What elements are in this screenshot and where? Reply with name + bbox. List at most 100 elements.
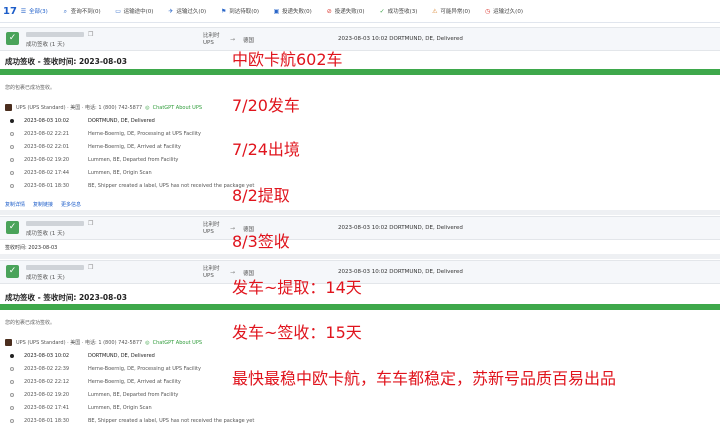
timeline-event: 2023-08-02 19:20 Lummen, BE, Departed fro…: [10, 157, 178, 163]
timeline-event: 2023-08-02 22:21 Herne-Boernig, DE, Proce…: [10, 131, 201, 137]
timeline-dot: [10, 380, 14, 384]
timeline-dot: [10, 158, 14, 162]
list-icon: ☰: [20, 7, 27, 15]
sign-time: 签收时间: 2023-08-03: [5, 245, 58, 251]
tab-not-found[interactable]: ⌕ 查询不到(0): [62, 7, 101, 16]
progress-bar: [0, 304, 720, 310]
timeline-dot: [10, 132, 14, 136]
annotation-depart: 7/20发车: [232, 96, 300, 115]
status-tabs-bar: 17 ☰ 全部(3) ⌕ 查询不到(0) ▭ 运输途中(0) ✈ 运输过久(0) ⚑ 到达…: [0, 0, 720, 23]
tab-failed[interactable]: ⊘ 投递失败(0): [326, 7, 365, 16]
checkbox[interactable]: ✓: [6, 265, 19, 278]
app-logo: 17: [3, 5, 17, 17]
divider: [0, 254, 720, 259]
arrow-icon: →: [230, 225, 236, 232]
clock-icon: ◷: [485, 7, 491, 15]
timeline-dot: [10, 171, 14, 175]
tab-exception[interactable]: ⚠ 可能异常(0): [431, 7, 470, 16]
status-title: 成功签收 - 签收时间: 2023-08-03: [5, 57, 127, 66]
shipment-card-1: ✓ ❐ 成功签收 (1 天) 比利时 UPS → 德国 2023-08-03 10…: [0, 27, 720, 75]
annotation-exit: 7/24出境: [232, 140, 300, 159]
delivery-note: 您的包裹已成功签收。: [5, 85, 56, 91]
tab-delivered[interactable]: ✓ 成功签收(3): [379, 7, 418, 16]
timeline-dot: [10, 354, 14, 358]
tracking-number-redacted: [26, 32, 84, 37]
arrow-icon: →: [230, 36, 236, 43]
copy-link-link[interactable]: 复制链接: [33, 201, 53, 208]
timeline-event: 2023-08-02 22:01 Herne-Boernig, DE, Arriv…: [10, 144, 181, 150]
annotation-route: 中欧卡航602车: [232, 50, 343, 69]
divider: [0, 210, 720, 215]
timeline-dot: [10, 184, 14, 188]
carrier-origin: 比利时 UPS: [203, 266, 220, 279]
tab-pickup[interactable]: ⚑ 到达待取(0): [220, 7, 259, 16]
latest-event: 2023-08-03 10:02 DORTMUND, DE, Delivered: [338, 225, 463, 231]
timeline-event: 2023-08-01 18:30 BE, Shipper created a la…: [10, 418, 254, 424]
destination: 德国: [243, 271, 255, 277]
timeline-event: 2023-08-03 10:02 DORTMUND, DE, Delivered: [10, 118, 155, 124]
copy-icon[interactable]: ❐: [88, 264, 93, 271]
shipment-header[interactable]: ✓ ❐ 成功签收 (1 天) 比利时 UPS → 德国 2023-08-03 10…: [0, 27, 720, 51]
progress-bar: [0, 69, 720, 75]
tab-in-transit[interactable]: ▭ 运输途中(0): [115, 7, 153, 16]
tracking-number-redacted: [26, 221, 84, 226]
arrow-icon: →: [230, 269, 236, 276]
copy-icon[interactable]: ❐: [88, 220, 93, 227]
flag-icon: ⚑: [220, 7, 227, 15]
timeline-event: 2023-08-02 22:39 Herne-Boernig, DE, Proce…: [10, 366, 201, 372]
tab-undelivered[interactable]: ▣ 投递失败(0): [273, 7, 312, 16]
chatgpt-link[interactable]: ChatGPT About UPS: [153, 105, 202, 111]
latest-event: 2023-08-03 10:02 DORTMUND, DE, Delivered: [338, 269, 463, 275]
timeline-event: 2023-08-03 10:02 DORTMUND, DE, Delivered: [10, 353, 155, 359]
tab-all[interactable]: ☰ 全部(3): [20, 7, 48, 16]
chatgpt-icon: ◎: [145, 339, 150, 346]
status-title: 成功签收 - 签收时间: 2023-08-03: [5, 293, 127, 302]
check-icon: ✓: [379, 7, 385, 15]
timeline-dot: [10, 119, 14, 123]
annotation-sign-days: 发车~签收：15天: [232, 323, 362, 342]
sub-status: 成功签收 (1 天): [26, 275, 65, 281]
timeline-dot: [10, 406, 14, 410]
copy-details-link[interactable]: 复制详情: [5, 201, 25, 208]
box-icon: ▣: [273, 7, 280, 15]
carrier-info-row: UPS (UPS Standard) · 美国 · 电话: 1 (800) 74…: [5, 339, 202, 346]
timeline-dot: [10, 393, 14, 397]
copy-icon[interactable]: ❐: [88, 31, 93, 38]
alert-icon: ⊘: [326, 7, 332, 15]
sub-status: 成功签收 (1 天): [26, 42, 65, 48]
annotation-pickup-days: 发车~提取：14天: [232, 278, 362, 297]
timeline-event: 2023-08-02 19:20 Lummen, BE, Departed fro…: [10, 392, 178, 398]
annotation-pickup: 8/2提取: [232, 186, 290, 205]
carrier-origin: 比利时 UPS: [203, 222, 220, 235]
timeline-dot: [10, 419, 14, 423]
shipment-header[interactable]: ✓ ❐ 成功签收 (1 天) 比利时 UPS → 德国 2023-08-03 10…: [0, 216, 720, 240]
checkbox[interactable]: ✓: [6, 221, 19, 234]
timeline-dot: [10, 145, 14, 149]
chatgpt-icon: ◎: [145, 104, 150, 111]
ups-logo-icon: [5, 104, 12, 111]
status-line: 成功签收 - 签收时间: 2023-08-03: [0, 51, 720, 69]
destination: 德国: [243, 38, 255, 44]
more-info-link[interactable]: 更多信息: [61, 201, 81, 208]
tab-transit-long[interactable]: ✈ 运输过久(0): [167, 7, 206, 16]
delivery-note: 您的包裹已成功签收。: [5, 320, 56, 326]
chatgpt-link[interactable]: ChatGPT About UPS: [153, 340, 202, 346]
search-icon: ⌕: [63, 7, 67, 15]
card-actions: 复制详情 复制链接 更多信息: [5, 201, 89, 208]
annotation-signed: 8/3签收: [232, 232, 290, 251]
timeline-event: 2023-08-01 18:30 BE, Shipper created a la…: [10, 183, 254, 189]
latest-event: 2023-08-03 10:02 DORTMUND, DE, Delivered: [338, 36, 463, 42]
ups-logo-icon: [5, 339, 12, 346]
timeline-event: 2023-08-02 17:41 Lummen, BE, Origin Scan: [10, 405, 152, 411]
tracking-number-redacted: [26, 265, 84, 270]
sub-status: 成功签收 (1 天): [26, 231, 65, 237]
carrier-origin: 比利时 UPS: [203, 33, 220, 46]
carrier-info-row: UPS (UPS Standard) · 美国 · 电话: 1 (800) 74…: [5, 104, 202, 111]
checkbox[interactable]: ✓: [6, 32, 19, 45]
tab-expired[interactable]: ◷ 运输过久(0): [484, 7, 523, 16]
timeline-event: 2023-08-02 17:44 Lummen, BE, Origin Scan: [10, 170, 152, 176]
warning-icon: ⚠: [432, 7, 438, 15]
plane-icon: ✈: [168, 7, 174, 15]
shipment-card-2: ✓ ❐ 成功签收 (1 天) 比利时 UPS → 德国 2023-08-03 10…: [0, 216, 720, 240]
annotation-slogan: 最快最稳中欧卡航，车车都稳定，苏新号品质百易出品: [232, 369, 617, 388]
